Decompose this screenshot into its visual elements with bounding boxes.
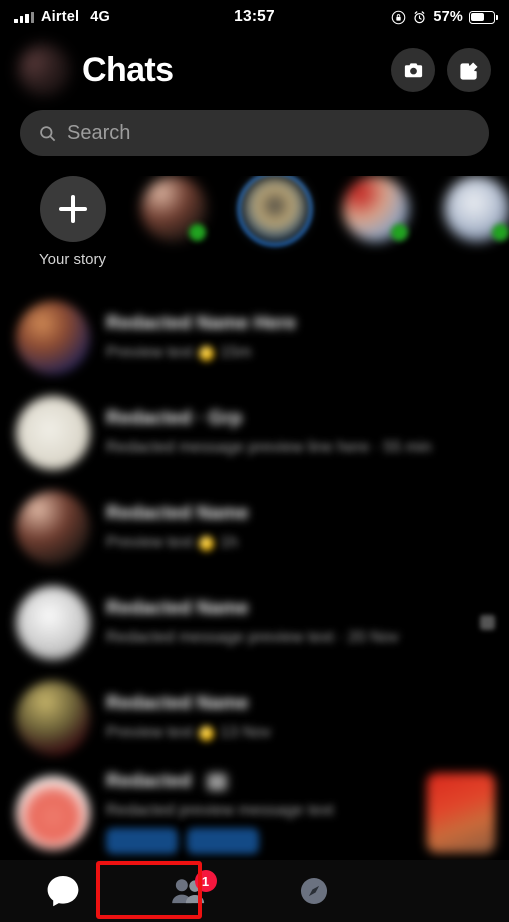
- avatar: [16, 775, 90, 850]
- search-section: Search: [0, 110, 509, 156]
- compose-icon: [459, 61, 478, 80]
- status-bar: Airtel 4G 13:57 57%: [0, 0, 509, 34]
- story-circle: [140, 176, 207, 242]
- tab-people[interactable]: 1: [126, 860, 252, 922]
- online-dot-icon: [188, 224, 206, 241]
- chat-preview: Redacted preview message text: [106, 802, 334, 819]
- verified-icon: [206, 772, 227, 791]
- story-label: Your story: [39, 251, 106, 268]
- chat-preview: Preview text 1h: [106, 534, 238, 551]
- chat-row-right: [480, 615, 495, 630]
- avatar: [16, 395, 90, 470]
- tab-chats[interactable]: [0, 860, 126, 922]
- bottom-tab-bar: 1: [0, 860, 509, 922]
- story-label: [363, 251, 388, 268]
- chat-row-body: Redacted Name Here Preview text 15m: [106, 313, 495, 362]
- chat-name: Redacted: [106, 771, 427, 793]
- story-avatar: [241, 176, 308, 242]
- avatar: [16, 490, 90, 565]
- chat-name: Redacted Name: [106, 693, 249, 714]
- alarm-clock-icon: [414, 10, 425, 23]
- status-bar-left: Airtel 4G: [14, 9, 391, 25]
- story-label: [262, 251, 287, 268]
- network-type-label: 4G: [90, 9, 111, 25]
- quick-reply-chip[interactable]: [187, 828, 259, 854]
- chat-name: Redacted Name Here: [106, 313, 297, 334]
- status-badge: 1: [194, 870, 217, 892]
- table-row[interactable]: Redacted Name Preview text 1h: [0, 480, 509, 575]
- chat-name: Redacted · Grp: [106, 408, 243, 429]
- chat-name: Redacted Name: [106, 503, 249, 524]
- avatar: [16, 680, 90, 755]
- table-row[interactable]: Redacted Name Here Preview text 15m: [0, 290, 509, 385]
- chat-bubble-icon: [47, 875, 79, 907]
- stories-row[interactable]: Your story: [0, 176, 509, 284]
- battery-percent-label: 57%: [433, 9, 463, 25]
- online-dot-icon: [491, 224, 509, 241]
- quick-reply-chip[interactable]: [106, 828, 178, 854]
- avatar: [16, 585, 90, 660]
- chat-row-body: Redacted Redacted preview message text: [106, 771, 427, 854]
- chat-preview: Redacted message preview line here · 55 …: [106, 439, 432, 456]
- story-item[interactable]: [224, 176, 325, 284]
- story-circle: [237, 176, 312, 246]
- carrier-label: Airtel: [41, 9, 80, 25]
- signal-bars-icon: [14, 11, 34, 23]
- story-circle: [39, 176, 106, 242]
- app-header: Chats: [0, 34, 509, 106]
- battery-icon: [469, 10, 498, 24]
- avatar: [16, 300, 90, 375]
- search-input[interactable]: Search: [20, 110, 489, 156]
- chat-row-body: Redacted Name Preview text 13 Nov: [106, 693, 495, 742]
- compose-button[interactable]: [447, 48, 491, 92]
- chat-preview: Preview text 15m: [106, 344, 252, 361]
- table-row[interactable]: Redacted Redacted preview message text: [0, 765, 509, 860]
- story-label: [464, 251, 489, 268]
- table-row[interactable]: Redacted · Grp Redacted message preview …: [0, 385, 509, 480]
- chat-row-right: [427, 772, 495, 853]
- search-placeholder: Search: [67, 121, 131, 144]
- chat-row-body: Redacted Name Preview text 1h: [106, 503, 495, 552]
- chat-row-body: Redacted · Grp Redacted message preview …: [106, 408, 495, 457]
- story-item[interactable]: [426, 176, 509, 284]
- emoji-icon: [199, 535, 215, 551]
- chat-preview: Redacted message preview text · 20 Nov: [106, 629, 399, 646]
- emoji-icon: [199, 725, 215, 741]
- chat-preview: Preview text 13 Nov: [106, 724, 271, 741]
- online-dot-icon: [390, 224, 408, 241]
- message-thumbnail[interactable]: [427, 772, 495, 853]
- story-item[interactable]: [325, 176, 426, 284]
- tab-discover[interactable]: [251, 860, 377, 922]
- attachment-icon: [480, 615, 495, 630]
- compass-icon: [301, 877, 328, 905]
- avatar[interactable]: [18, 44, 70, 96]
- quick-reply-chips[interactable]: [106, 828, 427, 854]
- page-title: Chats: [82, 50, 174, 89]
- messenger-chats-screen: Airtel 4G 13:57 57% Chats Search Your st…: [0, 0, 509, 922]
- rotation-lock-icon: [392, 10, 406, 24]
- story-label: [161, 251, 186, 268]
- header-actions: [391, 48, 491, 92]
- camera-icon: [404, 62, 422, 77]
- chat-list[interactable]: Redacted Name Here Preview text 15m Reda…: [0, 290, 509, 860]
- story-circle: [443, 176, 509, 242]
- story-circle: [342, 176, 409, 242]
- chat-row-body: Redacted Name Redacted message preview t…: [106, 598, 480, 647]
- table-row[interactable]: Redacted Name Redacted message preview t…: [0, 575, 509, 670]
- story-item[interactable]: [123, 176, 224, 284]
- add-story-icon: [39, 176, 106, 242]
- status-bar-right: 57%: [391, 9, 498, 25]
- table-row[interactable]: Redacted Name Preview text 13 Nov: [0, 670, 509, 765]
- emoji-icon: [199, 345, 215, 361]
- chat-name: Redacted Name: [106, 598, 249, 619]
- story-your-story[interactable]: Your story: [22, 176, 123, 284]
- camera-button[interactable]: [391, 48, 435, 92]
- search-icon: [40, 125, 56, 141]
